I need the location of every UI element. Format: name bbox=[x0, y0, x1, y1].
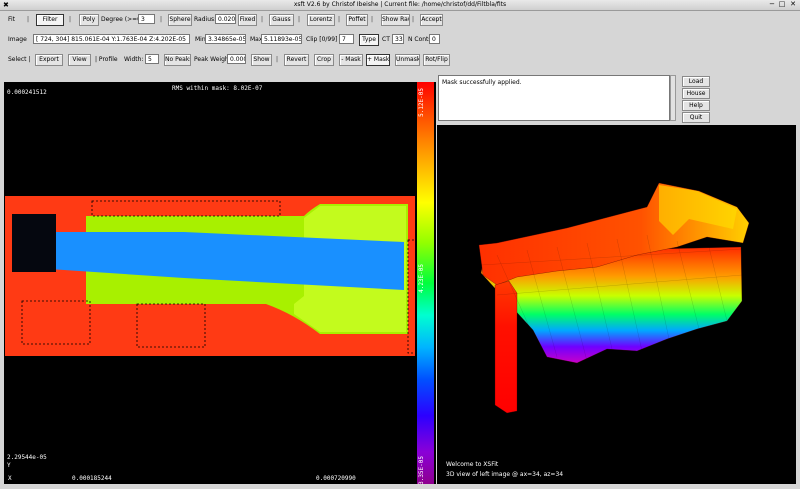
separator: | bbox=[261, 16, 264, 23]
help-button[interactable]: Help bbox=[682, 100, 710, 111]
degree-field[interactable]: 3 bbox=[138, 14, 155, 24]
separator: | bbox=[298, 16, 301, 23]
load-button[interactable]: Load bbox=[682, 76, 710, 87]
window-title: xsft V2.6 by Christof Ibeishe | Current … bbox=[293, 1, 507, 8]
sample-clamp bbox=[12, 214, 56, 272]
status-message: Mask successfully applied. bbox=[442, 79, 522, 86]
image-label: Image bbox=[8, 36, 27, 43]
crop-button[interactable]: Crop bbox=[314, 54, 334, 66]
plus-mask-button[interactable]: + Mask bbox=[366, 54, 390, 66]
select-label: Select | bbox=[8, 56, 31, 63]
show-raw-button[interactable]: Show Raw bbox=[381, 14, 410, 26]
width-label: Width: bbox=[124, 56, 144, 63]
toolbar-fit-row: Fit | Filter | Poly Degree (>=0): 3 | Sp… bbox=[0, 13, 800, 27]
radius-field[interactable]: 0.020 bbox=[215, 14, 236, 24]
no-peaks-button[interactable]: No Peaks bbox=[164, 54, 191, 66]
colorbar-bottom-label: 3.35E-05 bbox=[418, 456, 425, 485]
surface-plot bbox=[478, 182, 750, 414]
poly-button[interactable]: Poly bbox=[79, 14, 99, 26]
lorentz-button[interactable]: Lorentz bbox=[307, 14, 335, 26]
colorbar-top-label: 5.12E-05 bbox=[418, 88, 425, 117]
house-button[interactable]: House bbox=[682, 88, 710, 99]
toolbar-image-row: Image [ 724, 304] 815.061E-04 Y:1.763E-0… bbox=[0, 33, 800, 47]
type-button[interactable]: Type bbox=[359, 34, 379, 46]
min-field[interactable]: 3.34865e-05 bbox=[205, 34, 246, 44]
view-button[interactable]: View bbox=[68, 54, 91, 66]
coords-field: [ 724, 304] 815.061E-04 Y:1.763E-04 Z:4.… bbox=[33, 34, 190, 44]
ct-label: CT bbox=[382, 36, 390, 43]
clip-field[interactable]: 7 bbox=[339, 34, 354, 44]
export-button[interactable]: Export bbox=[35, 54, 63, 66]
poffet-button[interactable]: Poffet bbox=[346, 14, 368, 26]
title-bar: ✖ xsft V2.6 by Christof Ibeishe | Curren… bbox=[0, 0, 800, 11]
profile-label: | Profile bbox=[95, 56, 118, 63]
radius-label: Radius: bbox=[194, 16, 217, 23]
separator: | bbox=[276, 56, 279, 63]
clip-label: Clip [0/99] bbox=[306, 36, 338, 43]
surface-post bbox=[494, 280, 518, 414]
rotflip-button[interactable]: Rot/Flip bbox=[423, 54, 450, 66]
separator: | bbox=[27, 16, 30, 23]
fit-label: Fit bbox=[8, 16, 16, 23]
separator: | bbox=[412, 16, 415, 23]
width-field[interactable]: 5 bbox=[145, 54, 159, 64]
minimize-icon[interactable]: − bbox=[768, 0, 776, 8]
toolbar-select-row: Select | Export View | Profile Width: 5 … bbox=[0, 53, 800, 67]
filter-button[interactable]: Filter bbox=[36, 14, 64, 26]
separator: | bbox=[160, 16, 163, 23]
quit-button[interactable]: Quit bbox=[682, 112, 710, 123]
message-box[interactable]: Mask successfully applied. bbox=[438, 75, 670, 121]
welcome-text: Welcome to XSFit bbox=[446, 461, 499, 468]
separator: | bbox=[69, 16, 72, 23]
unmask-button[interactable]: Unmask bbox=[395, 54, 420, 66]
max-field[interactable]: 5.11893e-05 bbox=[261, 34, 302, 44]
revert-button[interactable]: Revert bbox=[284, 54, 309, 66]
show-button[interactable]: Show bbox=[251, 54, 272, 66]
accept-button[interactable]: Accept bbox=[420, 14, 443, 26]
nconts-field[interactable]: 0 bbox=[429, 34, 440, 44]
close-icon[interactable]: ✕ bbox=[789, 0, 797, 8]
sample-image bbox=[5, 196, 416, 356]
surface-view-3d[interactable]: Welcome to XSFit 3D view of left image @… bbox=[437, 125, 796, 484]
colorbar-mid-label: 4.23E-05 bbox=[418, 264, 425, 293]
ct-field[interactable]: 33 bbox=[392, 34, 404, 44]
sphere-button[interactable]: Sphere bbox=[168, 14, 192, 26]
separator: | bbox=[338, 16, 341, 23]
maximize-icon[interactable]: □ bbox=[778, 0, 786, 8]
separator: | bbox=[371, 16, 374, 23]
view-info-text: 3D view of left image @ ax=34, az=34 bbox=[446, 471, 564, 478]
peak-weight-field[interactable]: 0.000 bbox=[227, 54, 246, 64]
image-view-2d[interactable]: RMS within mask: 8.02E-07 0.000241512 2.… bbox=[4, 82, 416, 484]
nconts-label: N Conts bbox=[408, 36, 432, 43]
minus-mask-button[interactable]: - Mask bbox=[339, 54, 363, 66]
gauss-button[interactable]: Gauss bbox=[269, 14, 294, 26]
fixed-button[interactable]: Fixed bbox=[238, 14, 257, 26]
message-scrollbar[interactable] bbox=[670, 75, 676, 121]
